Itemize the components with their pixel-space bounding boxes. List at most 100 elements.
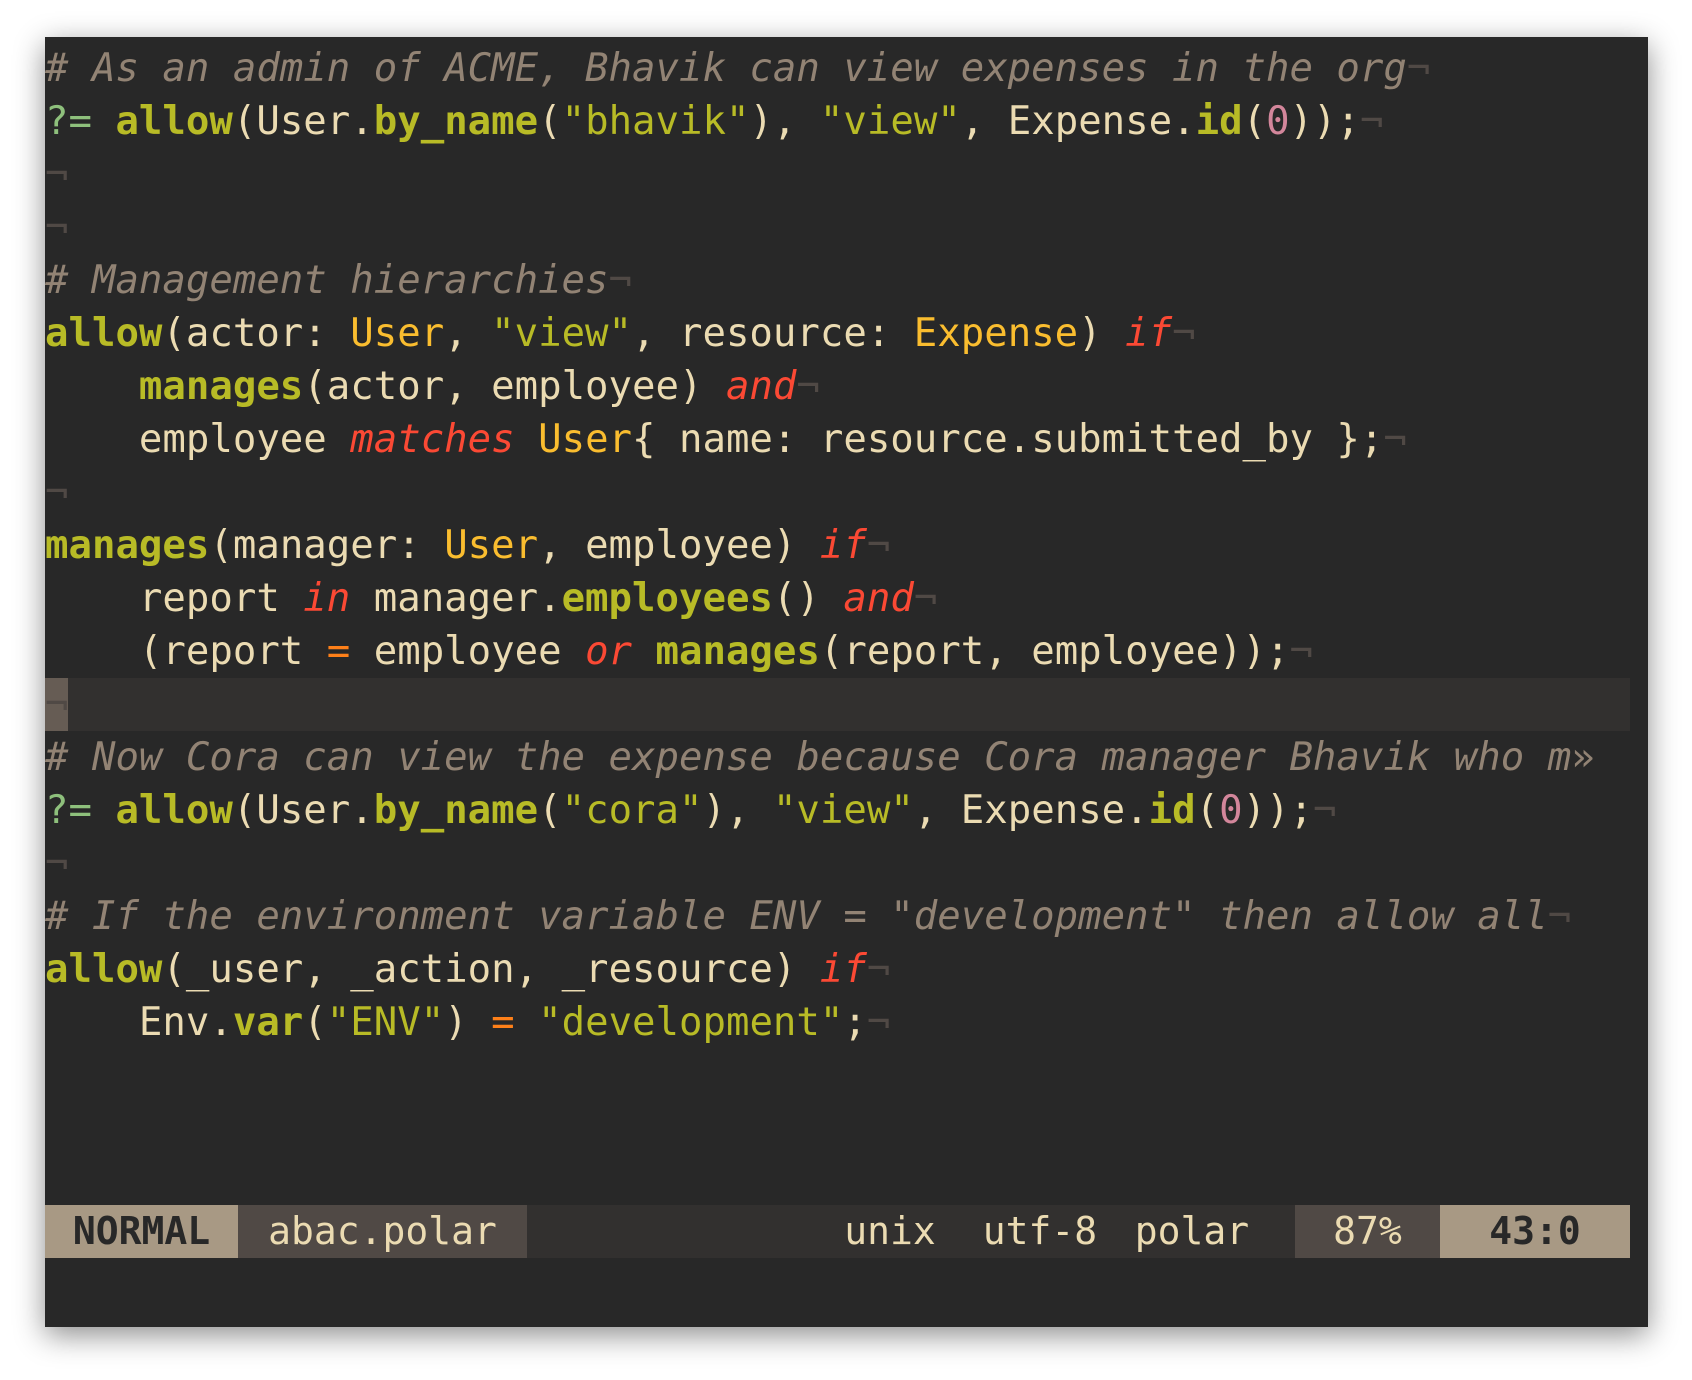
text-cursor: ¬ [45,678,69,731]
code-token: ), [702,788,773,833]
eol-marker: ¬ [45,470,69,515]
code-token: ; [843,1000,867,1045]
eol-marker: ¬ [1313,788,1337,833]
fileformat-label: unix [844,1209,936,1253]
code-token: User [444,523,539,568]
code-token: Env. [45,1000,233,1045]
eol-marker: ¬ [1172,311,1196,356]
code-line[interactable]: ¬ [45,148,1630,201]
eol-marker: ¬ [1383,417,1407,462]
code-token: and [725,364,797,409]
code-token: var [232,1000,304,1045]
code-token: by_name [373,788,539,833]
vim-window: # As an admin of ACME, Bhavik can view e… [45,37,1648,1327]
eol-marker: ¬ [866,523,891,568]
code-token: # Management hierarchies [45,258,609,303]
code-token: ?= [45,788,92,833]
code-line[interactable]: ¬ [45,201,1630,254]
code-token: ( [538,99,562,144]
code-token: "view" [491,311,633,356]
eol-marker: ¬ [1406,46,1431,91]
code-token: = [491,1000,515,1045]
code-line[interactable]: manages(manager: User, employee) if¬ [45,519,1630,572]
code-token: # If the environment variable ENV = "dev… [45,894,1548,939]
code-token: allow [45,311,163,356]
code-token: allow [45,947,163,992]
code-line[interactable]: employee matches User{ name: resource.su… [45,413,1630,466]
code-token: employee [45,417,351,462]
code-token: if [1125,311,1173,356]
code-token: ( [303,1000,327,1045]
code-token: ( [1242,99,1267,144]
code-token: (manager: [209,523,445,568]
code-line[interactable]: ¬ [45,466,1630,519]
code-token: , resource: [632,311,914,356]
code-token: "view" [772,788,914,833]
code-line[interactable]: # If the environment variable ENV = "dev… [45,890,1630,943]
code-token: (actor: [162,311,351,356]
code-token: = [326,629,351,674]
code-token: if [819,947,867,992]
eol-marker: ¬ [608,258,633,303]
code-token: "development" [538,1000,844,1045]
filename-label: abac.polar [238,1205,527,1258]
code-line[interactable]: allow(_user, _action, _resource) if¬ [45,943,1630,996]
editor-buffer[interactable]: # As an admin of ACME, Bhavik can view e… [45,42,1630,1142]
code-line[interactable]: ?= allow(User.by_name ( "cora"), "view", E… [45,784,1630,837]
code-token: (User. [232,788,374,833]
code-token: , Expense. [913,788,1149,833]
code-token: manager. [350,576,562,621]
eol-marker: ¬ [866,947,891,992]
code-token: and [843,576,914,621]
code-token: allow [115,788,233,833]
code-token: )); [1289,99,1360,144]
code-line[interactable]: ¬ [45,678,1630,731]
code-token: { name: resource.submitted_by }; [632,417,1384,462]
code-token: report [45,576,304,621]
code-line[interactable]: Env.var("ENV") = "development";¬ [45,996,1630,1049]
eol-marker: ¬ [45,152,69,197]
code-token: # As an admin of ACME, Bhavik can view e… [45,46,1407,91]
code-token: User [350,311,445,356]
code-token: ( [1195,788,1220,833]
code-token: id [1148,788,1196,833]
code-line[interactable]: allow(actor: User, "view", resource: Exp… [45,307,1630,360]
code-line[interactable]: ?= allow(User.by_name("bhavik"), "view",… [45,95,1630,148]
code-token: () [772,576,844,621]
code-token: # Now Cora can view the expense because … [45,735,1572,780]
code-token: manages [138,364,304,409]
code-token: (report, employee)); [819,629,1290,674]
code-token: (User. [232,99,374,144]
eol-marker: ¬ [1289,629,1313,674]
code-token: 0 [1219,788,1243,833]
code-line[interactable]: ¬ [45,837,1630,890]
code-token: , [444,311,492,356]
code-token: )); [1242,788,1314,833]
code-line[interactable]: manages(actor, employee) and¬ [45,360,1630,413]
code-line[interactable]: # Management hierarchies¬ [45,254,1630,307]
code-line[interactable]: report in manager.employees() and¬ [45,572,1630,625]
code-token: "bhavik" [561,99,750,144]
code-token: , employee) [538,523,820,568]
code-line[interactable]: (report = employee or manages(report, em… [45,625,1630,678]
code-token: or [585,629,633,674]
code-token: allow [115,99,233,144]
cursor-position: 43:0 [1440,1205,1630,1258]
filetype-label: polar [1134,1209,1250,1253]
code-token: id [1195,99,1243,144]
encoding-label: utf-8 [982,1209,1098,1253]
code-token: manages [45,523,210,568]
eol-marker: ¬ [1547,894,1572,939]
code-token: employees [561,576,773,621]
code-token: ) [444,1000,492,1045]
status-line: NORMAL abac.polar unix utf-8 polar 87% 4… [45,1205,1630,1258]
code-token: "view" [819,99,961,144]
code-token: "cora" [561,788,703,833]
code-token: (actor, employee) [303,364,726,409]
code-line[interactable]: # Now Cora can view the expense because … [45,731,1630,784]
code-token: ) [1078,311,1126,356]
eol-marker: ¬ [913,576,938,621]
code-line[interactable]: # As an admin of ACME, Bhavik can view e… [45,42,1630,95]
